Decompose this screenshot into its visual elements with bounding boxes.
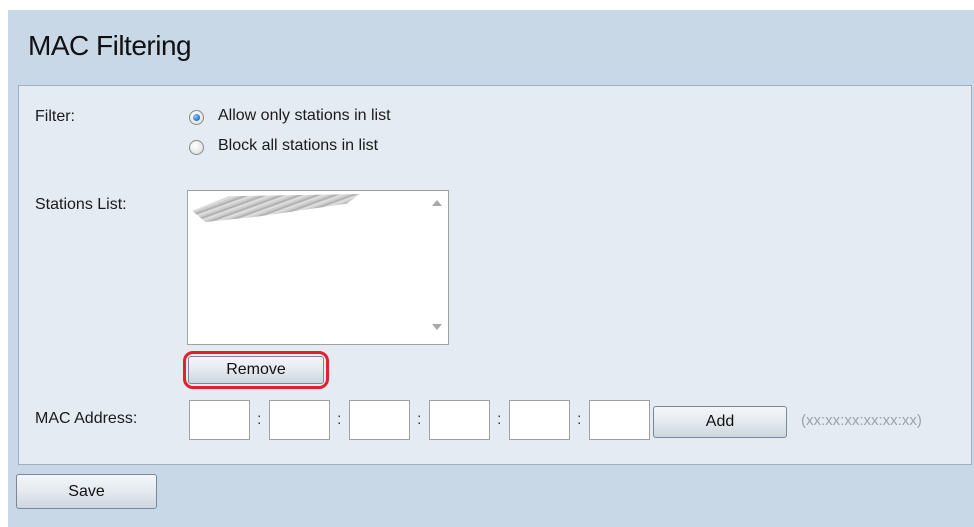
scroll-up-arrow-icon[interactable] bbox=[432, 200, 442, 206]
save-button[interactable]: Save bbox=[16, 474, 157, 509]
filter-label: Filter: bbox=[35, 108, 75, 125]
mac-separator: : bbox=[497, 411, 502, 428]
mac-octet-2-input[interactable] bbox=[269, 400, 330, 440]
listbox-scrollbar[interactable] bbox=[426, 191, 448, 344]
mac-separator: : bbox=[417, 411, 422, 428]
mac-separator: : bbox=[337, 411, 342, 428]
scroll-down-arrow-icon[interactable] bbox=[432, 324, 442, 330]
page-frame: MAC Filtering Filter: Allow only station… bbox=[8, 10, 974, 527]
mac-octet-5-input[interactable] bbox=[509, 400, 570, 440]
stations-list-label: Stations List: bbox=[35, 196, 127, 213]
mac-address-label: MAC Address: bbox=[35, 410, 138, 427]
page-title: MAC Filtering bbox=[28, 30, 192, 61]
remove-button[interactable]: Remove bbox=[188, 356, 324, 384]
blurred-station-entry[interactable] bbox=[192, 194, 360, 222]
add-button[interactable]: Add bbox=[653, 406, 787, 438]
mac-separator: : bbox=[577, 411, 582, 428]
mac-format-hint: (xx:xx:xx:xx:xx:xx) bbox=[801, 412, 922, 429]
block-stations-radio[interactable] bbox=[189, 140, 204, 155]
allow-stations-label[interactable]: Allow only stations in list bbox=[218, 107, 391, 125]
mac-separator: : bbox=[257, 411, 262, 428]
stations-listbox[interactable] bbox=[187, 190, 449, 345]
mac-filter-panel: Filter: Allow only stations in list Bloc… bbox=[18, 85, 972, 465]
mac-octet-3-input[interactable] bbox=[349, 400, 410, 440]
mac-octet-1-input[interactable] bbox=[189, 400, 250, 440]
block-stations-label[interactable]: Block all stations in list bbox=[218, 137, 378, 155]
allow-stations-radio[interactable] bbox=[189, 110, 204, 125]
mac-octet-6-input[interactable] bbox=[589, 400, 650, 440]
mac-octet-4-input[interactable] bbox=[429, 400, 490, 440]
